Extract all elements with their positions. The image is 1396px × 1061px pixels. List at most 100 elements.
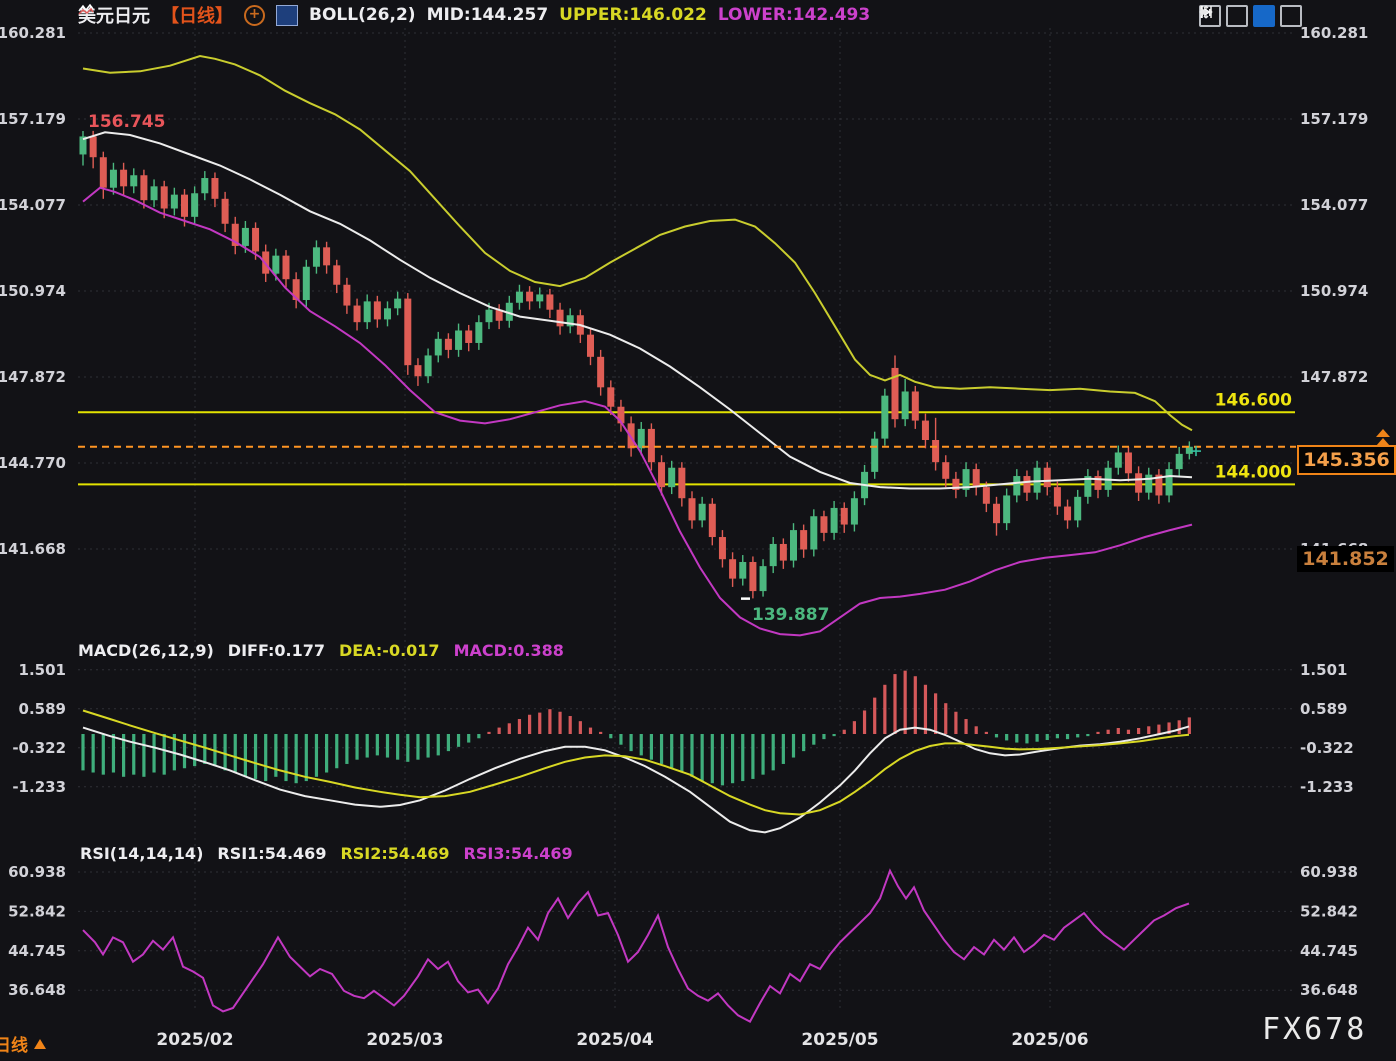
axis-label: 157.179 <box>1300 110 1368 128</box>
candle <box>364 301 371 322</box>
candle <box>587 335 594 357</box>
candle <box>130 175 137 186</box>
candle <box>414 365 421 376</box>
candle <box>120 170 127 187</box>
axis-label: 1.501 <box>1300 661 1347 679</box>
rsi-title: RSI(14,14,14) <box>80 844 203 863</box>
rsi1-value: RSI1:54.469 <box>217 844 326 863</box>
trading-chart-window: 160.281160.281157.179157.179154.077154.0… <box>0 0 1396 1061</box>
candle <box>1054 487 1061 506</box>
period-tag[interactable]: 【日线】 <box>161 2 233 28</box>
candle <box>140 175 147 200</box>
candle <box>922 421 929 440</box>
period-selector-label: 日线 <box>0 1031 28 1056</box>
chart-header: 美元日元 【日线】 + BOLL(26,2) MID:144.257 UPPER… <box>78 3 870 27</box>
candle <box>404 299 411 366</box>
candle <box>993 504 1000 523</box>
candle <box>272 256 279 274</box>
axis-label: 52.842 <box>8 902 66 920</box>
candle <box>475 322 482 343</box>
candle <box>739 562 746 579</box>
price-up-arrows-icon <box>1376 429 1390 446</box>
candle <box>486 310 493 322</box>
candle <box>820 516 827 533</box>
chart-toolbar <box>1199 5 1302 27</box>
candle <box>201 178 208 193</box>
candle <box>1145 475 1152 493</box>
axis-label: 0.589 <box>1300 700 1347 718</box>
candle <box>983 487 990 504</box>
chart-type-icon[interactable] <box>276 5 298 26</box>
axis-label: 154.077 <box>0 196 66 214</box>
axis-label: 0.589 <box>19 700 66 718</box>
candle <box>1044 468 1051 487</box>
candle <box>455 330 462 349</box>
mini-line-chart-icon <box>78 3 94 16</box>
period-low-label: 139.887 <box>752 605 829 625</box>
candle <box>851 498 858 524</box>
candle <box>222 199 229 224</box>
candle <box>191 193 198 217</box>
x-axis-month-label: 2025/06 <box>1011 1030 1088 1050</box>
candle <box>171 195 178 209</box>
candlestick-layer <box>80 131 1193 598</box>
boll-params-label: BOLL(26,2) <box>309 5 416 25</box>
candle <box>760 566 767 591</box>
boll-lower-value: LOWER:142.493 <box>718 5 870 25</box>
period-up-triangle-icon <box>34 1039 46 1049</box>
candle <box>1003 495 1010 523</box>
axis-label: 60.938 <box>1300 863 1358 881</box>
candle <box>1125 452 1132 473</box>
candle <box>557 310 564 327</box>
candle <box>1135 473 1142 492</box>
last-price-box: 145.356 <box>1297 445 1396 475</box>
axis-label: 147.872 <box>0 368 66 386</box>
price-level-lines: 146.600144.000 <box>78 390 1295 484</box>
candle <box>536 294 543 301</box>
scroll-to-first-icon[interactable] <box>1226 5 1248 27</box>
candle <box>303 267 310 300</box>
candle <box>709 504 716 537</box>
candle <box>394 299 401 309</box>
candle <box>678 468 685 498</box>
candle <box>831 508 838 533</box>
macd-header: MACD(26,12,9) DIFF:0.177 DEA:-0.017 MACD… <box>78 641 564 660</box>
candle <box>546 294 553 309</box>
candle <box>790 530 797 560</box>
scroll-to-last-icon[interactable] <box>1280 5 1302 27</box>
candle <box>932 440 939 462</box>
candle <box>648 429 655 462</box>
add-indicator-icon[interactable]: + <box>244 5 265 26</box>
candle <box>211 178 218 199</box>
candle <box>313 247 320 266</box>
rsi3-value: RSI3:54.469 <box>464 844 573 863</box>
candle <box>719 537 726 559</box>
axis-label: 160.281 <box>1300 24 1368 42</box>
candle <box>780 544 787 561</box>
auto-follow-icon[interactable] <box>1253 5 1275 27</box>
axis-label: -0.322 <box>12 739 66 757</box>
candle <box>881 396 888 439</box>
candle <box>252 228 259 252</box>
candle <box>445 339 452 350</box>
axis-label: 147.872 <box>1300 368 1368 386</box>
axis-label: 154.077 <box>1300 196 1368 214</box>
level-label: 146.600 <box>1215 390 1293 410</box>
chart-canvas[interactable]: 160.281160.281157.179157.179154.077154.0… <box>0 0 1396 1061</box>
low-marker-box: 141.852 <box>1297 546 1394 572</box>
macd-macd-value: MACD:0.388 <box>454 641 564 660</box>
candle <box>871 439 878 472</box>
axis-label: 36.648 <box>1300 981 1358 999</box>
macd-diff-line <box>83 726 1189 832</box>
candle <box>902 391 909 419</box>
axis-label: 52.842 <box>1300 902 1358 920</box>
candle <box>607 387 614 406</box>
candle <box>973 469 980 487</box>
axis-label: -0.322 <box>1300 739 1354 757</box>
period-selector[interactable]: 日线 <box>0 1031 46 1056</box>
candle <box>1013 476 1020 495</box>
macd-panel <box>83 671 1189 786</box>
rsi-header: RSI(14,14,14) RSI1:54.469 RSI2:54.469 RS… <box>80 844 573 863</box>
candle <box>1166 469 1173 495</box>
candle <box>354 306 361 323</box>
